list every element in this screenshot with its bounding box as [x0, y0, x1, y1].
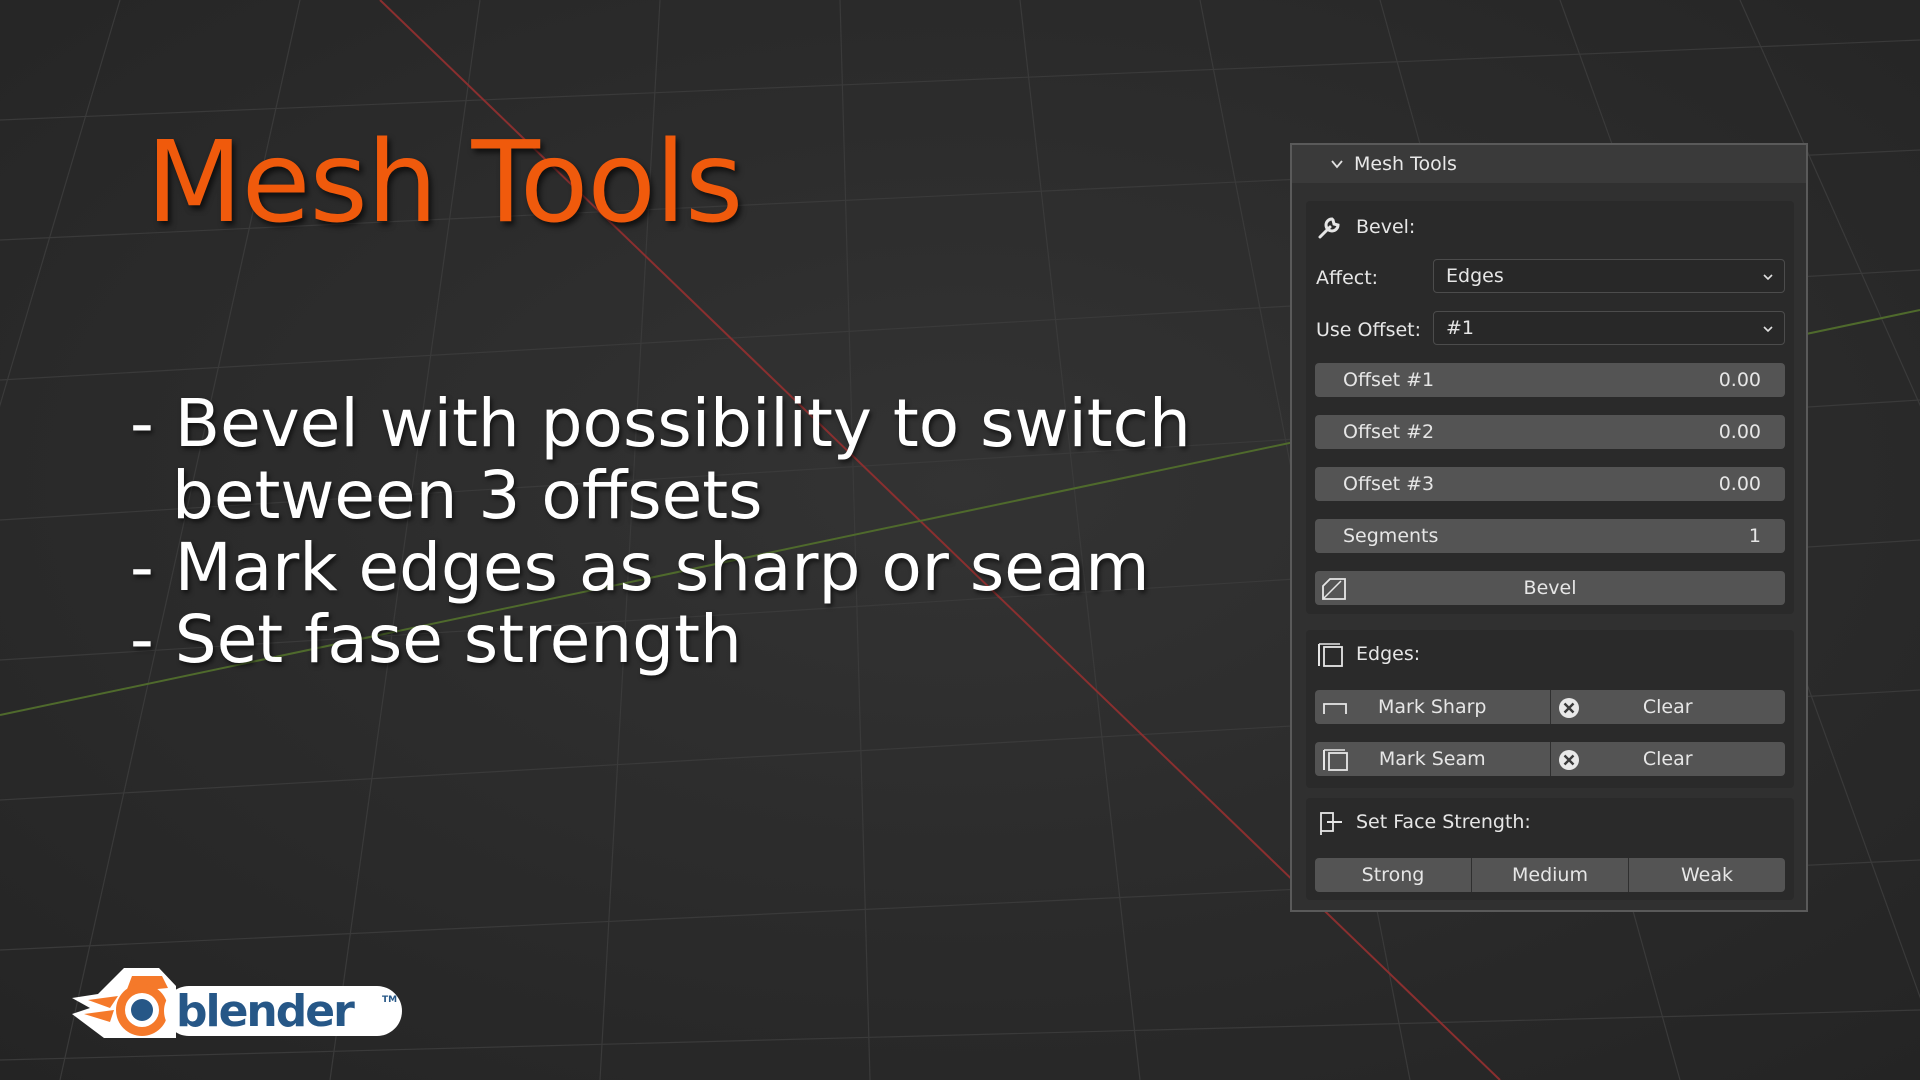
edges-section: Edges: Mark Sharp Clear Mark Seam Clear [1306, 630, 1794, 788]
seam-icon [1323, 749, 1348, 771]
mark-sharp-button[interactable]: Mark Sharp [1315, 690, 1551, 724]
face-strength-icon [1320, 812, 1342, 835]
offset-2-field[interactable]: Offset #2 0.00 [1315, 415, 1785, 449]
bevel-button[interactable]: Bevel [1315, 571, 1785, 605]
blender-logo: blender TM [72, 968, 402, 1038]
logo-trademark: TM [382, 995, 397, 1005]
use-offset-dropdown[interactable]: #1 [1433, 311, 1785, 345]
sharp-row: Mark Sharp Clear [1315, 690, 1785, 724]
affect-dropdown[interactable]: Edges [1433, 259, 1785, 293]
bullet-item-continuation: between 3 offsets [172, 457, 763, 534]
segments-field[interactable]: Segments 1 [1315, 519, 1785, 553]
seam-row: Mark Seam Clear [1315, 742, 1785, 776]
panel-header[interactable]: Mesh Tools [1292, 145, 1806, 183]
offset-1-field[interactable]: Offset #1 0.00 [1315, 363, 1785, 397]
face-strength-section: Set Face Strength: Strong Medium Weak [1306, 798, 1794, 900]
mark-sharp-label: Mark Sharp [1377, 696, 1487, 718]
bullet-item: - Mark edges as sharp or seam [130, 529, 1150, 606]
dropdown-arrow-icon [1763, 326, 1773, 333]
offset-3-field[interactable]: Offset #3 0.00 [1315, 467, 1785, 501]
offset-1-value: 0.00 [1718, 369, 1761, 391]
segments-value: 1 [1748, 525, 1761, 547]
mark-seam-button[interactable]: Mark Seam [1315, 742, 1551, 776]
clear-seam-label: Clear [1642, 748, 1693, 770]
segments-label: Segments [1343, 525, 1439, 547]
face-strength-label: Set Face Strength: [1356, 811, 1531, 833]
edges-heading: Edges: [1316, 640, 1420, 668]
clear-x-icon [1558, 698, 1579, 718]
bullet-item: - Bevel with possibility to switch [130, 385, 1191, 462]
chevron-down-icon[interactable] [1330, 157, 1344, 171]
affect-value: Edges [1446, 265, 1504, 287]
bevel-icon [1322, 578, 1346, 600]
clear-sharp-label: Clear [1642, 696, 1693, 718]
medium-button[interactable]: Medium [1472, 858, 1629, 892]
dropdown-arrow-icon [1763, 274, 1773, 281]
bevel-section: Bevel: Affect: Edges Use Offset: #1 Offs… [1306, 201, 1794, 614]
bullet-list: - Bevel with possibility to switch betwe… [130, 388, 1191, 676]
use-offset-label: Use Offset: [1316, 319, 1422, 341]
clear-sharp-button[interactable]: Clear [1550, 690, 1785, 724]
slide-title: Mesh Tools [146, 118, 743, 248]
face-strength-options: Strong Medium Weak [1315, 858, 1785, 892]
logo-text: blender [176, 986, 355, 1037]
sharp-edge-icon [1323, 703, 1347, 714]
offset-1-label: Offset #1 [1343, 369, 1435, 391]
wrench-icon [1318, 217, 1340, 239]
offset-3-label: Offset #3 [1343, 473, 1435, 495]
strong-button[interactable]: Strong [1315, 858, 1472, 892]
use-offset-value: #1 [1446, 317, 1475, 339]
offset-2-label: Offset #2 [1343, 421, 1435, 443]
bevel-label: Bevel: [1356, 216, 1416, 238]
bevel-heading: Bevel: [1316, 213, 1415, 241]
affect-label: Affect: [1316, 267, 1379, 289]
offset-3-value: 0.00 [1718, 473, 1761, 495]
mark-seam-label: Mark Seam [1378, 748, 1486, 770]
edges-icon [1318, 643, 1343, 667]
offset-2-value: 0.00 [1718, 421, 1761, 443]
bullet-item: - Set fase strength [130, 601, 742, 678]
edges-label: Edges: [1356, 643, 1421, 665]
mesh-tools-panel: Mesh Tools Bevel: Affect: Edges Use Offs… [1290, 143, 1808, 912]
panel-title: Mesh Tools [1354, 153, 1457, 175]
weak-button[interactable]: Weak [1629, 858, 1785, 892]
face-strength-heading: Set Face Strength: [1316, 808, 1531, 836]
bevel-button-label: Bevel [1523, 577, 1577, 599]
clear-seam-button[interactable]: Clear [1550, 742, 1785, 776]
clear-x-icon [1558, 750, 1579, 770]
